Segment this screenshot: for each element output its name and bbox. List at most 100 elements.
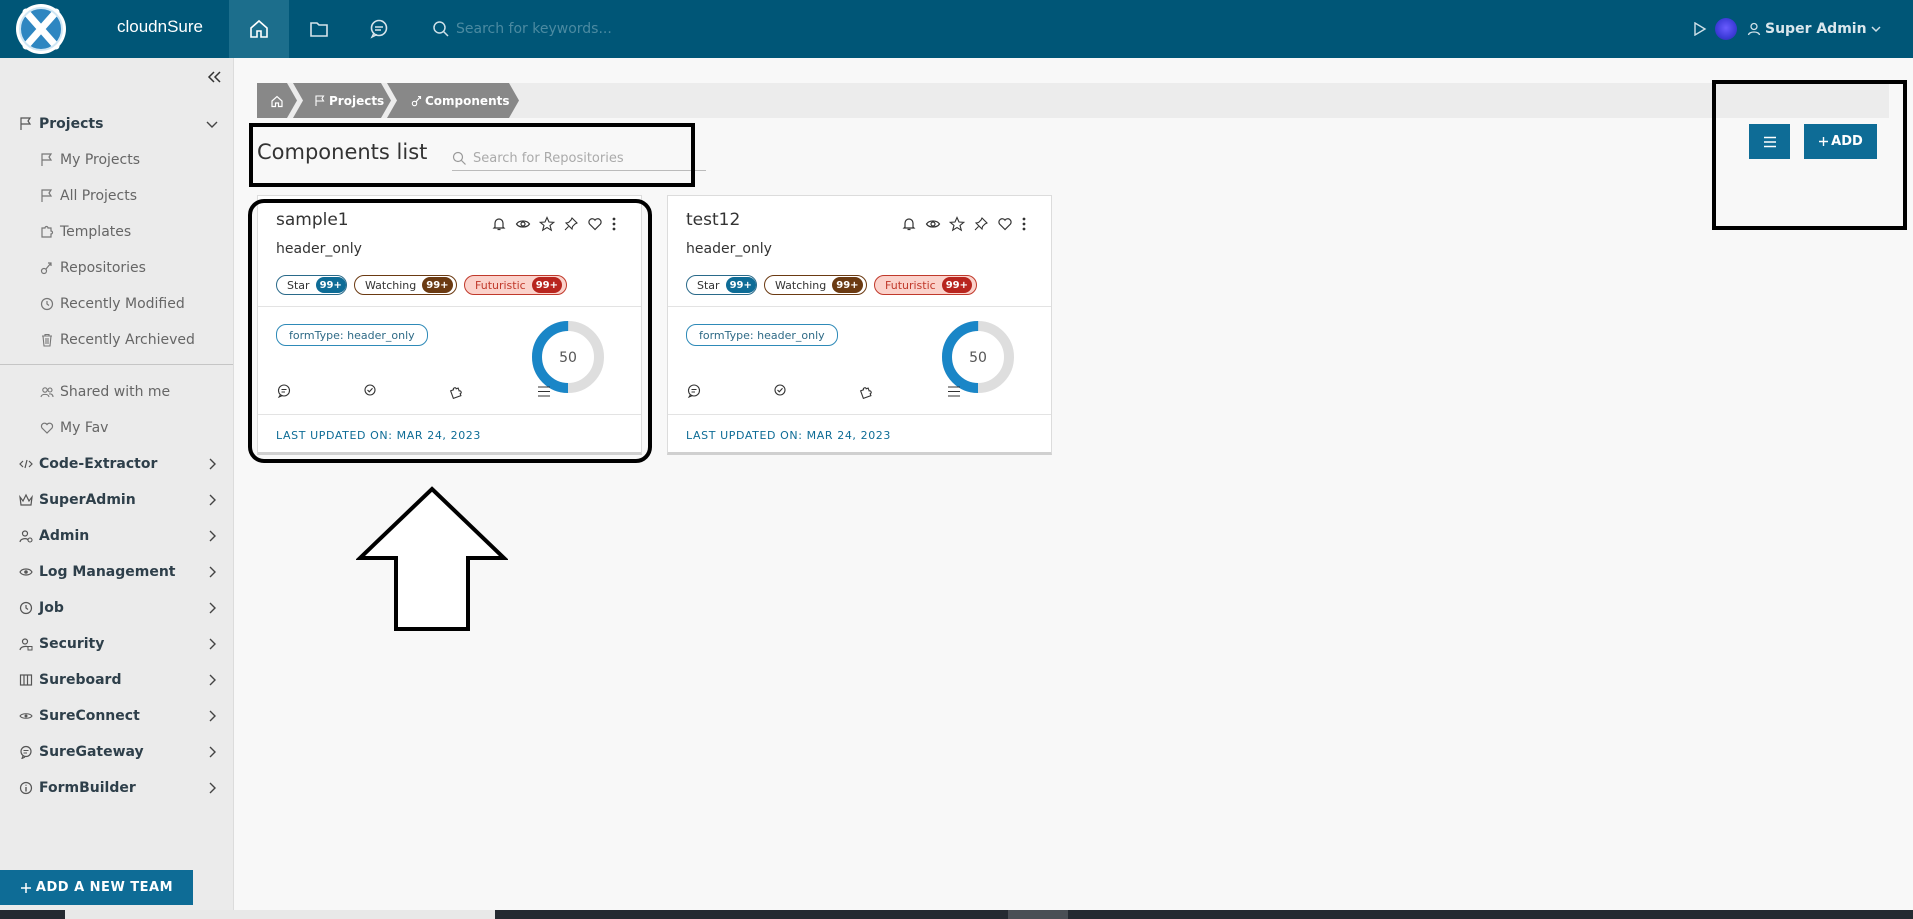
chevron-down-icon <box>205 117 219 131</box>
sidebar-item-label: Log Management <box>39 564 176 580</box>
bell-icon[interactable] <box>901 216 917 232</box>
info-icon <box>19 781 33 795</box>
breadcrumb-home[interactable] <box>257 83 297 118</box>
breadcrumb-components[interactable]: Components <box>387 83 519 118</box>
play-icon[interactable] <box>1693 22 1707 36</box>
admin-icon <box>19 529 33 543</box>
sidebar-item-label: Code-Extractor <box>39 456 158 472</box>
sidebar-item-projects[interactable]: Projects <box>0 106 233 142</box>
chat-icon <box>368 18 390 40</box>
breadcrumb: Projects Components <box>257 83 1889 118</box>
chevron-right-icon <box>205 493 219 507</box>
taskbar-strip <box>0 910 1913 919</box>
global-search[interactable] <box>432 17 832 41</box>
heart-icon[interactable] <box>997 216 1013 232</box>
sidebar-item-label: SureConnect <box>39 708 140 724</box>
sidebar-item-shared-with-me[interactable]: Shared with me <box>0 374 233 410</box>
chevron-right-icon <box>205 709 219 723</box>
check-circle-icon[interactable] <box>773 383 787 397</box>
sidebar-item-recently-modified[interactable]: Recently Modified <box>0 286 233 322</box>
pin-icon[interactable] <box>973 216 989 232</box>
sidebar-item-admin[interactable]: Admin <box>0 518 233 554</box>
gateway-icon <box>19 745 33 759</box>
sidebar-item-security[interactable]: Security <box>0 626 233 662</box>
global-search-input[interactable] <box>454 20 818 38</box>
sidebar-item-recently-archieved[interactable]: Recently Archieved <box>0 322 233 358</box>
card-title[interactable]: test12 <box>686 210 740 230</box>
puzzle-icon[interactable] <box>858 383 874 399</box>
code-icon <box>19 457 33 471</box>
chevron-down-icon[interactable] <box>1870 23 1882 35</box>
flag-icon <box>40 189 54 203</box>
sidebar-item-formbuilder[interactable]: FormBuilder <box>0 770 233 806</box>
board-icon <box>19 673 33 687</box>
clock-icon <box>40 297 54 311</box>
chat-nav-button[interactable] <box>349 0 409 58</box>
user-menu-label[interactable]: Super Admin <box>1765 21 1867 37</box>
status-avatar[interactable] <box>1715 18 1737 40</box>
sidebar-item-my-projects[interactable]: My Projects <box>0 142 233 178</box>
sidebar-item-label: Shared with me <box>60 384 171 400</box>
menu-icon[interactable] <box>946 383 962 399</box>
sidebar-item-my-fav[interactable]: My Fav <box>0 410 233 446</box>
user-icon <box>1747 22 1761 36</box>
more-vertical-icon[interactable] <box>1021 216 1027 232</box>
sidebar-item-label: My Fav <box>60 420 109 436</box>
repo-icon <box>411 95 423 107</box>
badge-count: 99+ <box>941 277 973 293</box>
clock-icon <box>19 601 33 615</box>
flag-icon <box>40 153 54 167</box>
sidebar-item-job[interactable]: Job <box>0 590 233 626</box>
sidebar-item-sureboard[interactable]: Sureboard <box>0 662 233 698</box>
sidebar-item-sureconnect[interactable]: SureConnect <box>0 698 233 734</box>
sidebar-item-label: FormBuilder <box>39 780 136 796</box>
collapse-sidebar-icon[interactable] <box>205 68 223 86</box>
sidebar-item-log-management[interactable]: Log Management <box>0 554 233 590</box>
add-team-button[interactable]: ADD A NEW TEAM <box>0 870 193 905</box>
add-team-label: ADD A NEW TEAM <box>35 880 174 895</box>
sidebar-item-all-projects[interactable]: All Projects <box>0 178 233 214</box>
form-type-tag: formType: header_only <box>686 324 838 346</box>
sidebar-item-label: Recently Modified <box>60 296 185 312</box>
star-icon[interactable] <box>949 216 965 232</box>
sidebar-item-code-extractor[interactable]: Code-Extractor <box>0 446 233 482</box>
chevron-right-icon <box>205 745 219 759</box>
futuristic-badge[interactable]: Futuristic 99+ <box>874 275 977 295</box>
home-nav-button[interactable] <box>229 0 289 58</box>
app-logo[interactable] <box>14 2 68 56</box>
breadcrumb-label: Projects <box>329 93 385 108</box>
sidebar-item-templates[interactable]: Templates <box>0 214 233 250</box>
folder-icon <box>308 18 330 40</box>
folder-nav-button[interactable] <box>289 0 349 58</box>
sidebar-divider <box>0 364 233 365</box>
badge-label: Star <box>697 278 720 292</box>
card-divider <box>668 306 1051 307</box>
chevron-right-icon <box>205 673 219 687</box>
breadcrumb-projects[interactable]: Projects <box>293 83 391 118</box>
eye-icon[interactable] <box>925 216 941 232</box>
last-updated-label: LAST UPDATED ON: MAR 24, 2023 <box>686 429 892 442</box>
card-divider <box>668 414 1051 415</box>
badge-label: Futuristic <box>885 278 936 292</box>
flag-icon <box>314 95 326 107</box>
sidebar-item-suregateway[interactable]: SureGateway <box>0 734 233 770</box>
component-card[interactable]: test12 header_only Star 99+ Watching 99+… <box>667 195 1052 455</box>
sidebar-item-superadmin[interactable]: SuperAdmin <box>0 482 233 518</box>
chevron-right-icon <box>205 457 219 471</box>
card-actions <box>901 216 1027 232</box>
comment-icon[interactable] <box>686 383 702 399</box>
sidebar: Projects My Projects All Projects Templa… <box>0 58 234 910</box>
trash-icon <box>40 333 54 347</box>
star-badge[interactable]: Star 99+ <box>686 275 757 295</box>
search-icon <box>432 20 450 38</box>
sidebar-item-repositories[interactable]: Repositories <box>0 250 233 286</box>
sidebar-item-label: Repositories <box>60 260 146 276</box>
connect-icon <box>19 709 33 723</box>
top-header: cloudnSure Super Admin <box>0 0 1913 58</box>
watching-badge[interactable]: Watching 99+ <box>764 275 867 295</box>
chevron-right-icon <box>205 601 219 615</box>
chevron-right-icon <box>205 529 219 543</box>
users-icon <box>40 385 54 399</box>
home-icon <box>270 94 284 108</box>
annotation-box <box>1712 80 1907 230</box>
